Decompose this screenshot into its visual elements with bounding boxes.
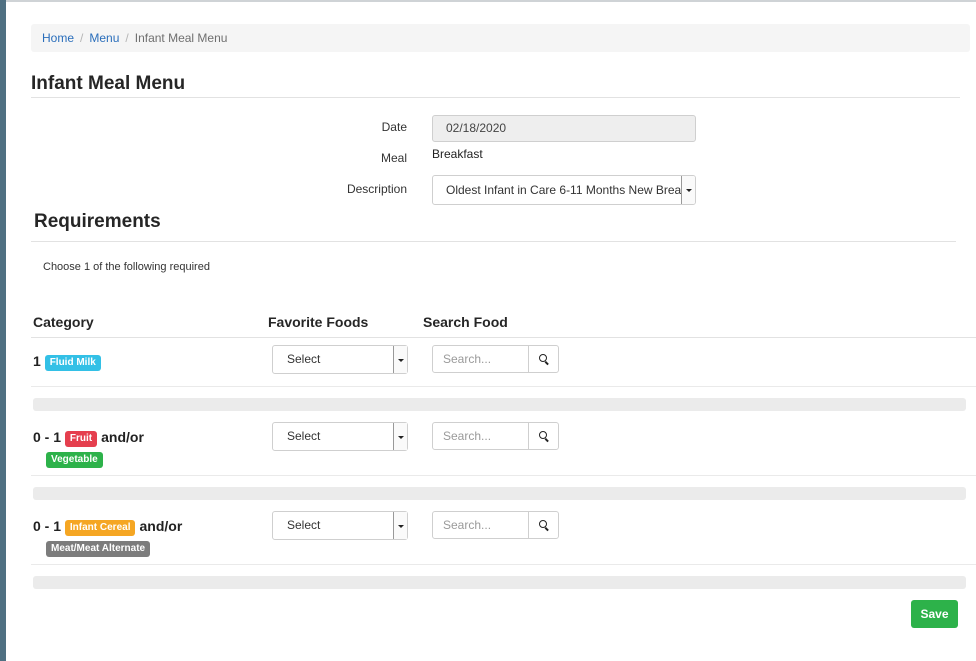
food-search-group (432, 511, 559, 539)
food-search-button[interactable] (528, 423, 558, 449)
search-food-column-header: Search Food (423, 314, 508, 330)
requirement-row-fruit-vegetable: 0 - 1 Fruit and/or (33, 429, 144, 447)
requirements-note: Choose 1 of the following required (43, 261, 210, 273)
row-divider (31, 386, 976, 387)
favorite-foods-select[interactable]: Select (272, 422, 408, 451)
food-search-input[interactable] (433, 423, 528, 449)
favorite-foods-select-value: Select (287, 352, 321, 366)
breadcrumb-menu-link[interactable]: Menu (89, 31, 119, 45)
row-divider (31, 475, 976, 476)
breadcrumb: Home / Menu / Infant Meal Menu (31, 24, 970, 52)
page-title: Infant Meal Menu (31, 73, 186, 94)
description-select[interactable]: Oldest Infant in Care 6-11 Months New Br… (432, 175, 696, 205)
requirement-row-cereal-meat: 0 - 1 Infant Cereal and/or (33, 518, 182, 536)
title-divider (31, 97, 960, 98)
breadcrumb-current: Infant Meal Menu (134, 31, 228, 45)
food-search-input[interactable] (433, 512, 528, 538)
requirement-quantity: 1 (33, 353, 41, 369)
description-label: Description (346, 182, 407, 196)
fruit-badge: Fruit (64, 431, 98, 447)
food-search-button[interactable] (528, 346, 558, 372)
meat-alternate-badge: Meat/Meat Alternate (46, 541, 151, 557)
selected-foods-bar (33, 576, 966, 589)
date-label: Date (381, 120, 407, 134)
top-border (6, 0, 976, 2)
vegetable-badge: Vegetable (46, 452, 103, 468)
fluid-milk-badge: Fluid Milk (44, 355, 101, 371)
breadcrumb-home-link[interactable]: Home (42, 31, 74, 45)
favorite-foods-column-header: Favorite Foods (268, 314, 369, 330)
left-edge-bar (0, 0, 6, 661)
meal-label: Meal (380, 151, 407, 165)
favorite-foods-select-value: Select (287, 429, 321, 443)
requirement-quantity: 0 - 1 (33, 429, 62, 445)
search-icon (538, 354, 549, 364)
food-search-group (432, 345, 559, 373)
breadcrumb-separator: / (80, 31, 84, 45)
requirement-row-fluid-milk: 1 Fluid Milk (33, 353, 101, 371)
caret-down-icon (393, 512, 407, 539)
selected-foods-bar (33, 487, 966, 500)
caret-down-icon (393, 423, 407, 450)
caret-down-icon (681, 176, 695, 204)
requirements-divider (31, 241, 956, 242)
date-field[interactable]: 02/18/2020 (432, 115, 696, 142)
food-search-group (432, 422, 559, 450)
search-icon (538, 431, 549, 441)
food-search-input[interactable] (433, 346, 528, 372)
row-divider (31, 564, 976, 565)
infant-cereal-badge: Infant Cereal (64, 520, 136, 536)
requirement-quantity: 0 - 1 (33, 518, 62, 534)
search-icon (538, 520, 549, 530)
food-search-button[interactable] (528, 512, 558, 538)
favorite-foods-select-value: Select (287, 518, 321, 532)
caret-down-icon (393, 346, 407, 373)
favorite-foods-select[interactable]: Select (272, 511, 408, 540)
selected-foods-bar (33, 398, 966, 411)
category-column-header: Category (33, 314, 94, 330)
header-divider (31, 337, 976, 338)
and-or-connector: and/or (139, 518, 183, 534)
and-or-connector: and/or (101, 429, 144, 445)
favorite-foods-select[interactable]: Select (272, 345, 408, 374)
meal-value: Breakfast (432, 147, 483, 161)
save-button[interactable]: Save (911, 600, 958, 628)
description-select-value: Oldest Infant in Care 6-11 Months New Br… (446, 183, 684, 197)
breadcrumb-separator: / (125, 31, 129, 45)
requirements-title: Requirements (34, 211, 161, 232)
